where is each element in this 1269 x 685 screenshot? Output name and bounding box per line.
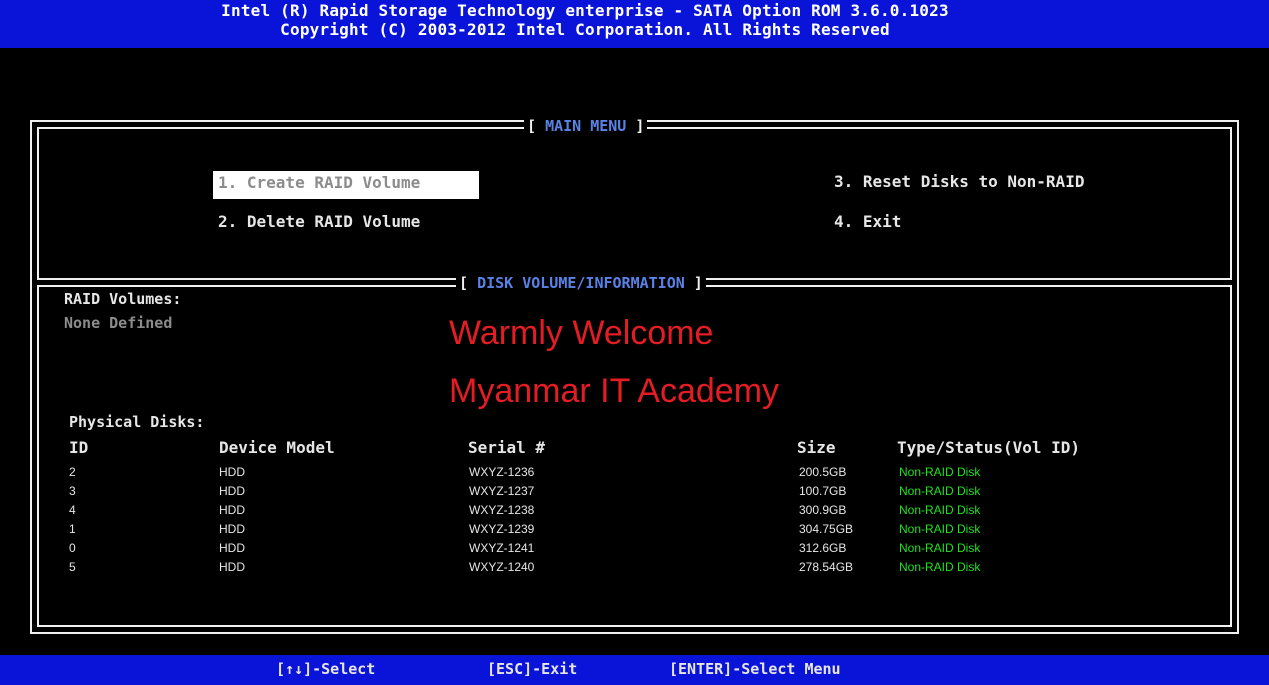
disk-info-title: [ DISK VOLUME/INFORMATION ]: [456, 274, 706, 292]
menu-item-create-raid-volume[interactable]: 1. Create RAID Volume: [213, 171, 479, 199]
disk-serial: WXYZ-1241: [469, 541, 535, 555]
physical-disks-label: Physical Disks:: [69, 413, 205, 431]
header-bar: Intel (R) Rapid Storage Technology enter…: [0, 0, 1269, 48]
header-title: Intel (R) Rapid Storage Technology enter…: [221, 1, 949, 20]
disk-model: HDD: [219, 522, 245, 536]
disk-serial: WXYZ-1237: [469, 484, 535, 498]
header-copyright: Copyright (C) 2003-2012 Intel Corporatio…: [280, 20, 890, 39]
table-row: 1 HDD WXYZ-1239 304.75GB Non-RAID Disk: [0, 520, 1269, 539]
exit-hint: [ESC]-Exit: [487, 660, 578, 678]
disk-size: 300.9GB: [799, 503, 847, 517]
column-header-id: ID: [69, 438, 89, 457]
footer-bar: [↑↓]-Select [ESC]-Exit [ENTER]-Select Me…: [0, 655, 1269, 685]
table-row: 4 HDD WXYZ-1238 300.9GB Non-RAID Disk: [0, 501, 1269, 520]
disk-status: Non-RAID Disk: [899, 503, 981, 517]
disk-status: Non-RAID Disk: [899, 522, 981, 536]
table-row: 0 HDD WXYZ-1241 312.6GB Non-RAID Disk: [0, 539, 1269, 558]
disk-id: 2: [69, 465, 76, 479]
table-row: 3 HDD WXYZ-1237 100.7GB Non-RAID Disk: [0, 482, 1269, 501]
table-row: 2 HDD WXYZ-1236 200.5GB Non-RAID Disk: [0, 463, 1269, 482]
disk-serial: WXYZ-1240: [469, 560, 535, 574]
main-menu-panel: [37, 127, 1232, 280]
disk-status: Non-RAID Disk: [899, 560, 981, 574]
disk-id: 0: [69, 541, 76, 555]
main-menu-title-text: MAIN MENU: [545, 117, 627, 135]
column-header-type-status: Type/Status(Vol ID): [897, 438, 1081, 457]
disk-serial: WXYZ-1236: [469, 465, 535, 479]
disk-size: 312.6GB: [799, 541, 847, 555]
raid-volumes-label: RAID Volumes:: [64, 290, 182, 308]
enter-hint: [ENTER]-Select Menu: [669, 660, 841, 678]
disk-id: 4: [69, 503, 76, 517]
disk-id: 3: [69, 484, 76, 498]
welcome-text: Warmly Welcome: [449, 314, 714, 352]
disk-size: 304.75GB: [799, 522, 854, 536]
disk-model: HDD: [219, 484, 245, 498]
disk-size: 278.54GB: [799, 560, 854, 574]
disk-status: Non-RAID Disk: [899, 465, 981, 479]
menu-item-reset-disks[interactable]: 3. Reset Disks to Non-RAID: [834, 172, 1084, 192]
disk-status: Non-RAID Disk: [899, 484, 981, 498]
main-menu-title: [ MAIN MENU ]: [524, 117, 648, 135]
disk-id: 1: [69, 522, 76, 536]
disk-size: 200.5GB: [799, 465, 847, 479]
select-hint: [↑↓]-Select: [276, 660, 376, 678]
menu-item-exit[interactable]: 4. Exit: [834, 212, 901, 232]
column-header-device-model: Device Model: [219, 438, 335, 457]
disk-model: HDD: [219, 560, 245, 574]
disk-model: HDD: [219, 503, 245, 517]
column-header-size: Size: [797, 438, 836, 457]
disk-id: 5: [69, 560, 76, 574]
table-row: 5 HDD WXYZ-1240 278.54GB Non-RAID Disk: [0, 558, 1269, 577]
disk-size: 100.7GB: [799, 484, 847, 498]
column-header-serial: Serial #: [468, 438, 546, 457]
disk-status: Non-RAID Disk: [899, 541, 981, 555]
raid-volumes-value: None Defined: [64, 314, 173, 332]
academy-text: Myanmar IT Academy: [449, 372, 780, 410]
disk-serial: WXYZ-1239: [469, 522, 535, 536]
disk-info-title-text: DISK VOLUME/INFORMATION: [477, 274, 685, 292]
disk-model: HDD: [219, 541, 245, 555]
menu-item-delete-raid-volume[interactable]: 2. Delete RAID Volume: [218, 212, 420, 232]
disk-serial: WXYZ-1238: [469, 503, 535, 517]
disk-model: HDD: [219, 465, 245, 479]
